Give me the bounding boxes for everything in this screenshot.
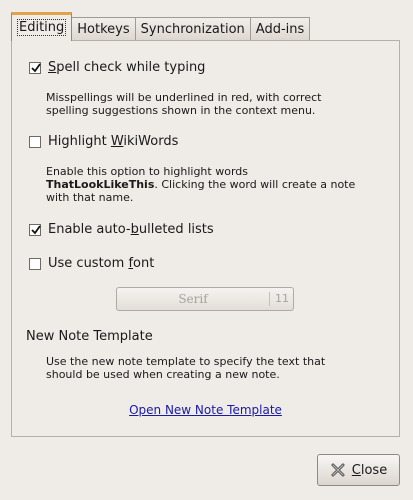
spell-check-label: Spell check while typing	[48, 60, 206, 75]
editing-panel: Spell check while typing Misspellings wi…	[11, 40, 400, 437]
close-x-icon	[331, 463, 345, 477]
custom-font-checkbox[interactable]	[29, 257, 41, 270]
auto-bullets-option[interactable]: Enable auto-bulleted lists	[29, 222, 214, 237]
custom-font-label: Use custom font	[48, 256, 155, 271]
checkmark-icon	[31, 62, 41, 72]
tab-synchronization-label: Synchronization	[140, 22, 245, 37]
font-name: Serif	[178, 292, 208, 306]
tab-editing[interactable]: Editing	[11, 12, 73, 41]
wikiwords-description: Enable this option to highlight words Th…	[46, 165, 356, 204]
auto-bullets-checkbox[interactable]	[29, 223, 41, 236]
tab-bar: Editing Hotkeys Synchronization Add-ins	[11, 12, 311, 41]
template-heading: New Note Template	[26, 329, 153, 344]
tab-add-ins[interactable]: Add-ins	[249, 17, 311, 41]
tab-add-ins-label: Add-ins	[255, 22, 305, 37]
template-description: Use the new note template to specify the…	[46, 355, 326, 381]
tab-editing-label: Editing	[17, 19, 67, 36]
auto-bullets-label: Enable auto-bulleted lists	[48, 222, 214, 237]
tab-synchronization[interactable]: Synchronization	[134, 17, 251, 41]
close-button[interactable]: Close	[317, 454, 400, 486]
tab-hotkeys-label: Hotkeys	[77, 22, 130, 37]
checkmark-icon	[31, 224, 41, 234]
wikiwords-label: Highlight WikiWords	[48, 134, 179, 149]
wikiwords-checkbox[interactable]	[29, 135, 41, 148]
close-button-label: Close	[351, 462, 388, 478]
open-template-link[interactable]: Open New Note Template	[12, 403, 399, 417]
custom-font-option[interactable]: Use custom font	[29, 256, 154, 271]
font-picker-button[interactable]: Serif 11	[116, 287, 294, 311]
tab-hotkeys[interactable]: Hotkeys	[71, 17, 136, 41]
spell-check-description: Misspellings will be underlined in red, …	[46, 91, 322, 117]
spell-check-checkbox[interactable]	[29, 61, 41, 74]
wikiwords-option[interactable]: Highlight WikiWords	[29, 134, 178, 149]
font-button-separator	[269, 292, 270, 306]
font-size: 11	[275, 292, 289, 305]
spell-check-option[interactable]: Spell check while typing	[29, 60, 205, 75]
